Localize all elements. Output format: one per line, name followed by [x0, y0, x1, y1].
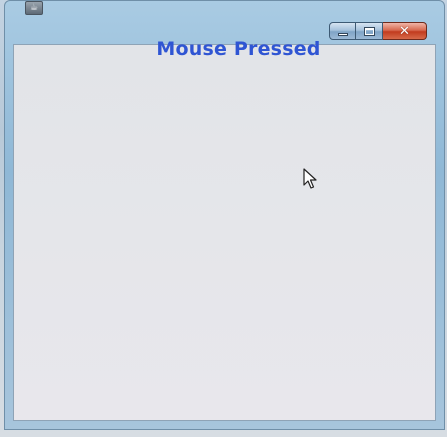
app-window: ☕ ✕ Mouse Pressed — [4, 0, 445, 430]
client-area[interactable]: Mouse Pressed — [13, 38, 436, 421]
title-bar[interactable]: ☕ ✕ — [5, 1, 444, 41]
mouse-pointer-icon — [303, 168, 317, 189]
close-icon: ✕ — [399, 23, 410, 39]
maximize-icon — [363, 26, 375, 36]
app-icon[interactable]: ☕ — [25, 1, 43, 15]
desktop-screen: ☕ ✕ Mouse Pressed — [0, 0, 447, 437]
minimize-icon — [337, 32, 348, 36]
mouse-event-label: Mouse Pressed — [156, 38, 321, 60]
